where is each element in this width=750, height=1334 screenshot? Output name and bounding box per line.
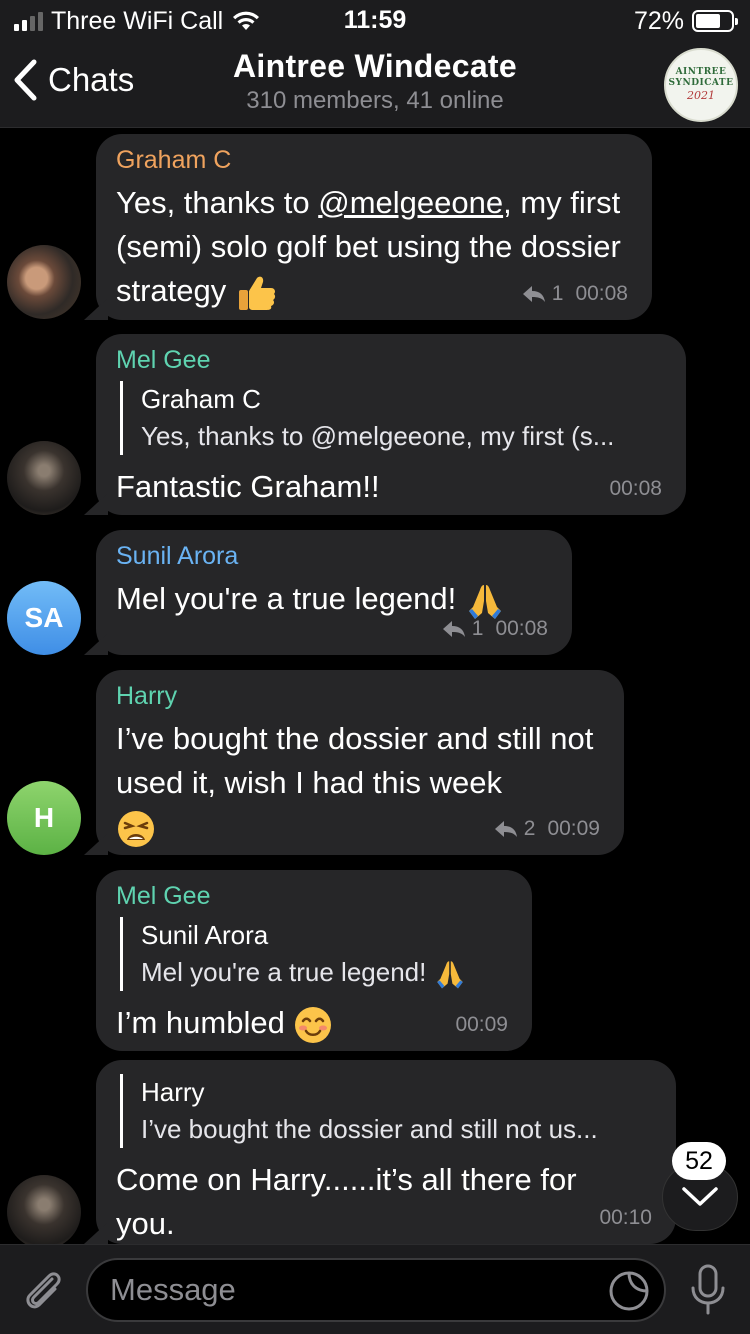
avatar[interactable] <box>7 1175 81 1244</box>
message-input[interactable] <box>110 1260 590 1320</box>
thumbs-up-icon <box>238 276 275 310</box>
chat-title-area[interactable]: Aintree Windecate 310 members, 41 online <box>0 48 750 115</box>
message-text-part: I’ve bought the dossier and still not us… <box>116 721 594 800</box>
avatar[interactable]: SA <box>7 581 81 655</box>
paperclip-icon[interactable] <box>20 1265 66 1315</box>
message-bubble[interactable]: Sunil Arora Mel you're a true legend! 1 … <box>96 530 572 655</box>
quote-text: Mel you're a true legend! <box>141 953 512 991</box>
message-text: Come on Harry......it’s all there for yo… <box>116 1162 577 1241</box>
message-time: 00:08 <box>495 617 548 640</box>
sender-name: Harry <box>116 682 178 710</box>
message-meta: 00:10 <box>599 1206 652 1230</box>
group-avatar-line-1: AINTREE <box>675 67 727 77</box>
battery-percent: 72% <box>633 6 684 35</box>
message-bubble[interactable]: Mel Gee Sunil Arora Mel you're a true le… <box>96 870 532 1051</box>
unread-count-badge: 52 <box>672 1142 726 1180</box>
reply-count: 2 <box>523 817 536 840</box>
smiling-face-icon <box>295 1006 332 1043</box>
battery-icon <box>692 10 738 32</box>
message-text: I’m humbled <box>116 1001 512 1045</box>
reply-quote[interactable]: Graham C Yes, thanks to @melgeeone, my f… <box>120 381 666 455</box>
chat-title: Aintree Windecate <box>233 48 517 84</box>
message-meta: 1 00:08 <box>442 617 548 641</box>
message-bubble[interactable]: Harry I’ve bought the dossier and still … <box>96 670 624 855</box>
quote-text: Yes, thanks to @melgeeone, my first (s..… <box>141 421 615 451</box>
weary-face-icon <box>118 810 154 847</box>
microphone-icon[interactable] <box>688 1263 728 1317</box>
reply-count: 1 <box>551 282 564 305</box>
chevron-down-icon <box>682 1187 718 1206</box>
sender-name: Mel Gee <box>116 882 211 910</box>
quote-text-part: Mel you're a true legend! <box>141 957 427 987</box>
message-time: 00:08 <box>575 282 628 305</box>
sender-name: Mel Gee <box>116 346 211 374</box>
quote-author: Sunil Arora <box>141 920 269 950</box>
quote-text: I’ve bought the dossier and still not us… <box>141 1114 598 1144</box>
message-time: 00:09 <box>547 817 600 840</box>
chat-header: Chats Aintree Windecate 310 members, 41 … <box>0 42 750 128</box>
avatar[interactable] <box>7 441 81 515</box>
group-avatar[interactable]: AINTREE SYNDICATE 2021 <box>664 48 738 122</box>
message-time: 00:08 <box>609 477 662 500</box>
message-time: 00:09 <box>455 1013 508 1036</box>
reply-icon[interactable] <box>442 620 466 638</box>
chat-subtitle: 310 members, 41 online <box>246 87 504 114</box>
message-text-part: Mel you're a true legend! <box>116 581 457 616</box>
message-bubble[interactable]: Mel Gee Graham C Yes, thanks to @melgeeo… <box>96 334 686 515</box>
reply-icon[interactable] <box>494 820 518 838</box>
reply-quote[interactable]: Sunil Arora Mel you're a true legend! <box>120 917 512 991</box>
group-avatar-line-2: SYNDICATE <box>668 78 734 88</box>
group-avatar-year: 2021 <box>687 89 715 102</box>
message-input-container[interactable] <box>86 1258 666 1322</box>
avatar[interactable]: H <box>7 781 81 855</box>
folded-hands-icon <box>436 961 463 989</box>
reply-count: 1 <box>471 617 484 640</box>
sender-name: Graham C <box>116 146 232 174</box>
message-text: Fantastic Graham!! <box>116 469 380 504</box>
reply-quote[interactable]: Harry I’ve bought the dossier and still … <box>120 1074 656 1148</box>
status-right: 72% <box>633 6 738 36</box>
quote-author: Harry <box>141 1077 205 1107</box>
message-meta: 00:09 <box>455 1013 508 1037</box>
message-bubble[interactable]: Harry I’ve bought the dossier and still … <box>96 1060 676 1244</box>
message-text: Mel you're a true legend! <box>116 577 552 621</box>
message-meta: 00:08 <box>609 477 662 501</box>
message-meta: 1 00:08 <box>522 282 628 306</box>
quote-author: Graham C <box>141 384 261 414</box>
avatar[interactable] <box>7 245 81 319</box>
message-time: 00:10 <box>599 1206 652 1229</box>
avatar-initials: SA <box>24 602 64 633</box>
folded-hands-icon <box>468 584 501 619</box>
sticker-icon[interactable] <box>608 1270 650 1312</box>
composer-bar <box>0 1244 750 1334</box>
message-list[interactable]: Graham C Yes, thanks to @melgeeone, my f… <box>0 129 750 1244</box>
mention-link[interactable]: @melgeeone <box>318 185 503 220</box>
message-meta: 2 00:09 <box>494 817 600 841</box>
sender-name: Sunil Arora <box>116 542 239 570</box>
message-bubble[interactable]: Graham C Yes, thanks to @melgeeone, my f… <box>96 134 652 320</box>
reply-icon[interactable] <box>522 285 546 303</box>
message-text-part: I’m humbled <box>116 1005 285 1040</box>
message-text-part: Yes, thanks to <box>116 185 319 220</box>
status-bar: Three WiFi Call 11:59 72% <box>0 0 750 42</box>
avatar-initials: H <box>33 802 55 833</box>
